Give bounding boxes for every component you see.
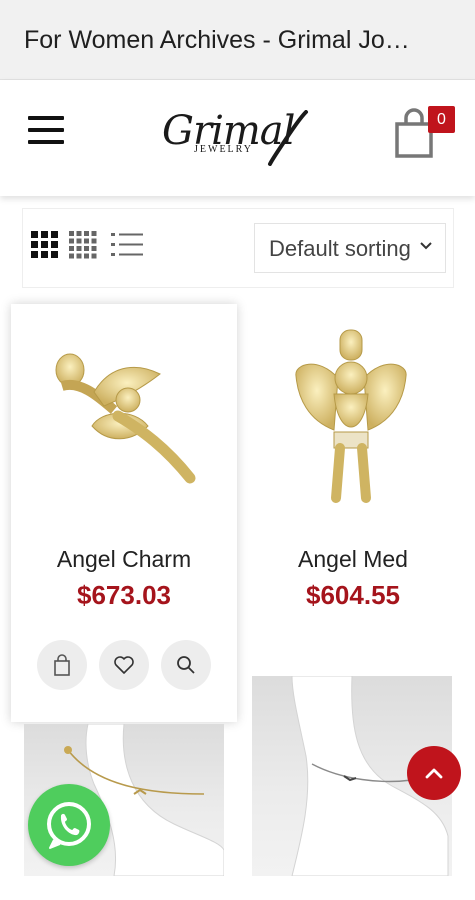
- scroll-to-top-button[interactable]: [407, 746, 461, 800]
- product-image-angel-med[interactable]: [288, 328, 414, 508]
- logo-sub-text: JEWELRY: [194, 144, 253, 155]
- grid-large-view-button[interactable]: [31, 231, 59, 264]
- sorting-select[interactable]: Default sorting: [254, 223, 446, 273]
- chevron-down-icon: [420, 242, 432, 250]
- product-price: $673.03: [77, 580, 171, 610]
- page-title: For Women Archives - Grimal Jo…: [24, 26, 410, 54]
- whatsapp-button[interactable]: [28, 784, 110, 866]
- product-image-angel-charm[interactable]: [42, 340, 202, 490]
- wishlist-button[interactable]: [99, 640, 149, 690]
- grid-small-view-button[interactable]: [69, 231, 97, 264]
- whatsapp-icon: [47, 802, 91, 849]
- search-icon: [177, 656, 195, 674]
- quick-view-button[interactable]: [161, 640, 211, 690]
- sorting-selected-value: Default sorting: [269, 236, 411, 261]
- shopping-bag-icon: [54, 654, 70, 676]
- logo-flourish-icon: [268, 110, 308, 166]
- brand-logo[interactable]: Grimal JEWELRY: [158, 108, 310, 168]
- list-view-button[interactable]: [111, 231, 143, 264]
- chevron-up-icon: [425, 768, 443, 779]
- add-to-cart-button[interactable]: [37, 640, 87, 690]
- product-name[interactable]: Angel Charm: [11, 546, 237, 573]
- browser-title-bar: For Women Archives - Grimal Jo…: [0, 0, 475, 80]
- grid-large-icon: [31, 231, 58, 258]
- cart-count-badge: 0: [428, 106, 455, 133]
- grid-small-icon: [69, 231, 97, 259]
- menu-icon[interactable]: [28, 116, 64, 144]
- product-price: $604.55: [306, 580, 400, 610]
- heart-icon: [114, 656, 134, 674]
- list-icon: [111, 233, 143, 256]
- product-name[interactable]: Angel Med: [240, 546, 466, 573]
